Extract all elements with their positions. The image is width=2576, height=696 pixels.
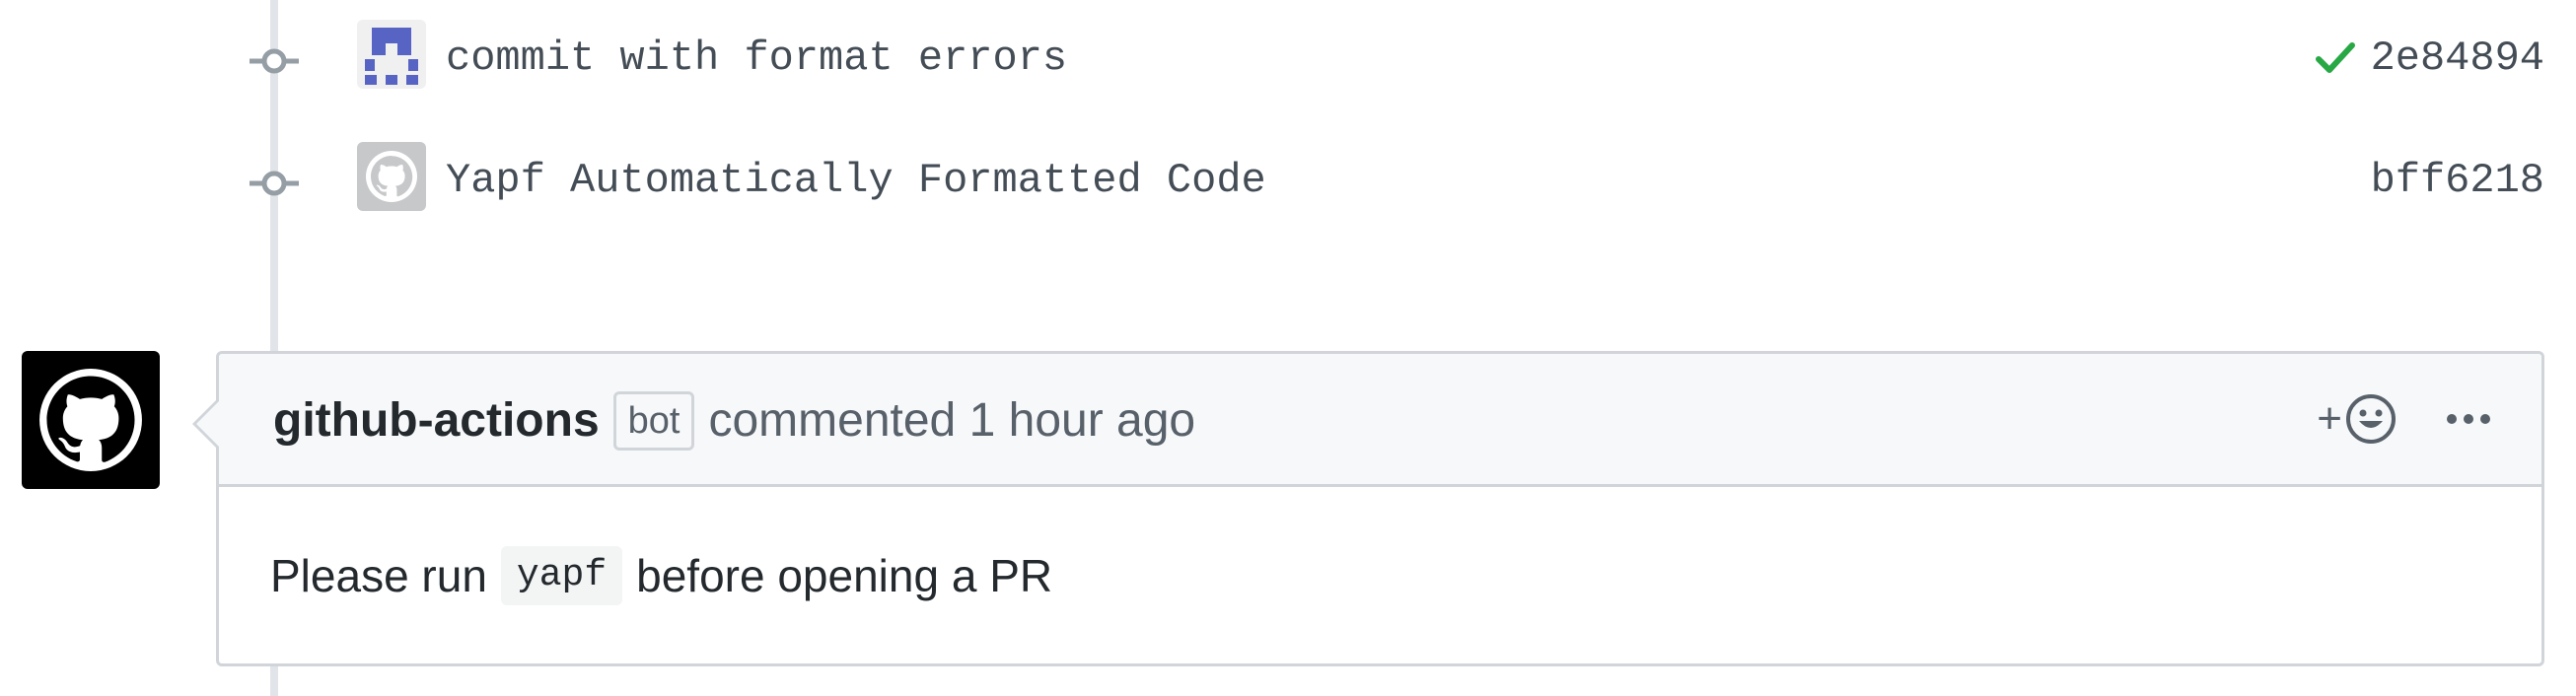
commit-sha[interactable]: bff6218 (2371, 156, 2544, 205)
smiley-icon (2346, 394, 2396, 444)
comment-author[interactable]: github-actions (273, 393, 600, 449)
comment-text: before opening a PR (636, 550, 1053, 601)
bot-badge: bot (612, 391, 695, 451)
github-default-avatar[interactable] (357, 142, 426, 211)
identicon-avatar[interactable] (357, 20, 426, 89)
comment-body: Please run yapf before opening a PR (270, 546, 1052, 605)
comment-header-meta: github-actions bot commented 1 hour ago (273, 391, 1195, 451)
inline-code: yapf (500, 546, 623, 605)
commit-row: commit with format errors 2e84894 (0, 0, 2576, 122)
add-reaction-plus: + (2317, 394, 2342, 443)
commit-message[interactable]: Yapf Automatically Formatted Code (446, 156, 1266, 205)
comment-header: github-actions bot commented 1 hour ago … (219, 354, 2541, 487)
comment-arrow-fill (196, 401, 219, 447)
commit-node-icon (250, 171, 299, 196)
github-mark-icon (39, 369, 142, 471)
comment-text: Please run (270, 550, 487, 601)
more-options-button[interactable] (2445, 389, 2492, 449)
comment-timestamp[interactable]: commented 1 hour ago (708, 393, 1195, 449)
add-reaction-button[interactable]: + (2317, 389, 2397, 449)
commit-meta: 2e84894 (2314, 34, 2544, 83)
kebab-horizontal-icon (2447, 414, 2490, 424)
comment-box: github-actions bot commented 1 hour ago … (216, 351, 2544, 666)
commit-meta: bff6218 (2371, 156, 2544, 205)
commit-node-icon (250, 48, 299, 74)
commit-sha[interactable]: 2e84894 (2371, 34, 2544, 83)
commit-row: Yapf Automatically Formatted Code bff621… (0, 122, 2576, 244)
comment-actions: + (2317, 389, 2492, 449)
commit-message[interactable]: commit with format errors (446, 34, 1067, 83)
check-icon[interactable] (2314, 36, 2357, 80)
github-actions-avatar[interactable] (22, 351, 160, 489)
